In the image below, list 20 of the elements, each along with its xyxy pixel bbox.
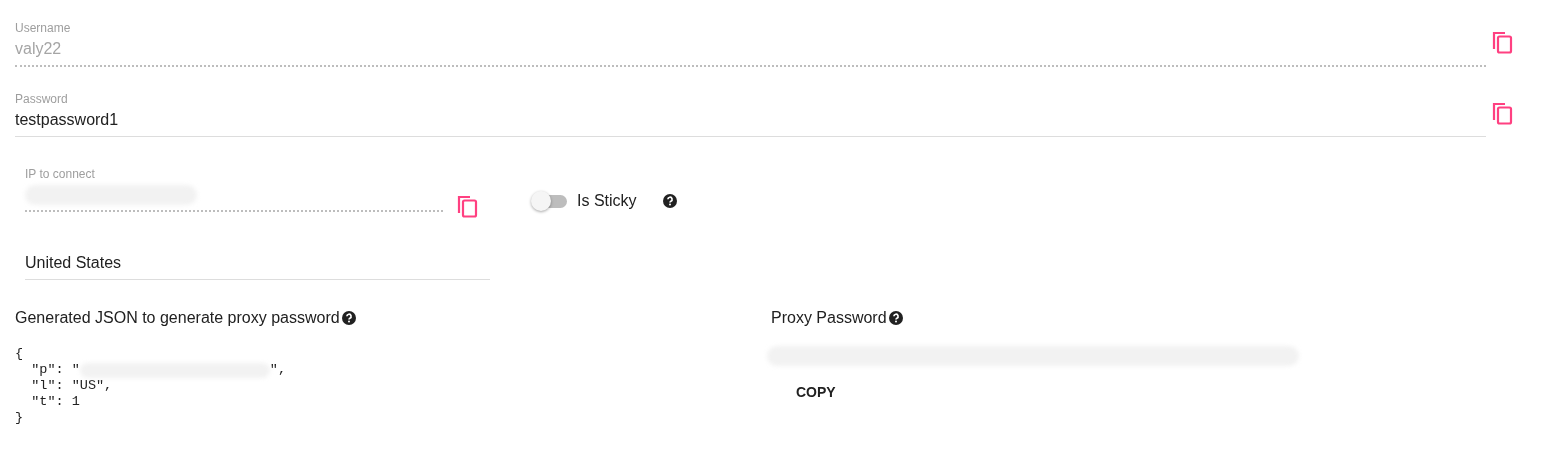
country-select[interactable]: United States [25,249,490,280]
toggle-switch[interactable] [531,191,567,211]
text-field[interactable]: testpassword1 [15,106,1486,137]
field-label: Username [15,21,72,35]
field-label: Password [15,92,69,106]
copy-button[interactable]: COPY [782,376,850,409]
code-line: "l": "US", [30,378,113,394]
code-line: } [15,410,24,426]
section-heading: Generated JSON to generate proxy password [15,308,340,328]
code-line: ", [269,362,286,378]
help-icon[interactable] [888,311,903,325]
copy-button[interactable] [1492,100,1514,124]
help-icon[interactable] [341,311,356,325]
code-line: "t": 1 [30,394,80,410]
toggle-label: Is Sticky [577,191,637,211]
code-line: "p": " [30,362,80,378]
field-label: IP to connect [25,167,96,181]
code-line: { [15,346,24,362]
section-heading: Proxy Password [771,308,887,328]
help-icon[interactable] [662,194,677,208]
